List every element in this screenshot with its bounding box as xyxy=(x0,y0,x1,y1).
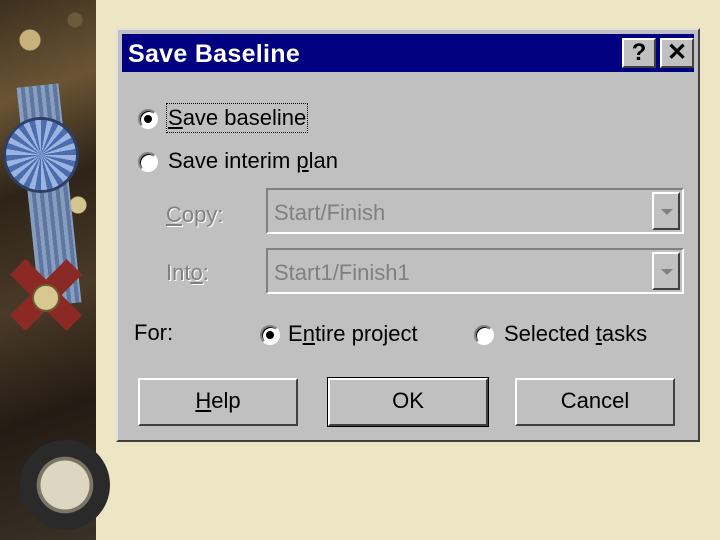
selected-tasks-radio[interactable] xyxy=(474,325,494,345)
save-baseline-dialog: Save Baseline ? ✕ Save baseline Save int… xyxy=(116,28,700,442)
dropdown-arrow-icon[interactable] xyxy=(652,252,680,290)
help-icon[interactable]: ? xyxy=(622,38,656,68)
entire-project-radio[interactable] xyxy=(260,325,280,345)
save-interim-plan-radio[interactable] xyxy=(138,152,158,172)
cancel-button[interactable]: Cancel xyxy=(515,378,675,426)
save-baseline-label[interactable]: Save baseline xyxy=(165,103,309,133)
into-dropdown-value: Start1/Finish1 xyxy=(274,260,410,285)
for-label: For: xyxy=(134,320,174,345)
medal-rosette xyxy=(6,120,76,190)
copy-dropdown-value: Start/Finish xyxy=(274,200,386,225)
copy-label: Copy: xyxy=(166,202,224,227)
selected-tasks-label[interactable]: Selected tasks xyxy=(504,321,647,347)
save-interim-plan-label[interactable]: Save interim plan xyxy=(168,148,338,174)
ok-button[interactable]: OK xyxy=(328,378,488,426)
dropdown-arrow-icon[interactable] xyxy=(652,192,680,230)
title-bar: Save Baseline ? ✕ xyxy=(122,34,694,72)
copy-dropdown[interactable]: Start/Finish xyxy=(266,188,684,234)
into-label: Into: xyxy=(166,260,209,285)
medal-cross xyxy=(0,238,103,352)
background-photo-strip xyxy=(0,0,110,540)
entire-project-label[interactable]: Entire project xyxy=(288,321,418,347)
into-dropdown[interactable]: Start1/Finish1 xyxy=(266,248,684,294)
dialog-title: Save Baseline xyxy=(128,40,301,68)
help-button[interactable]: Help xyxy=(138,378,298,426)
close-icon[interactable]: ✕ xyxy=(660,38,694,68)
save-baseline-radio[interactable] xyxy=(138,109,158,129)
compass xyxy=(20,440,110,530)
